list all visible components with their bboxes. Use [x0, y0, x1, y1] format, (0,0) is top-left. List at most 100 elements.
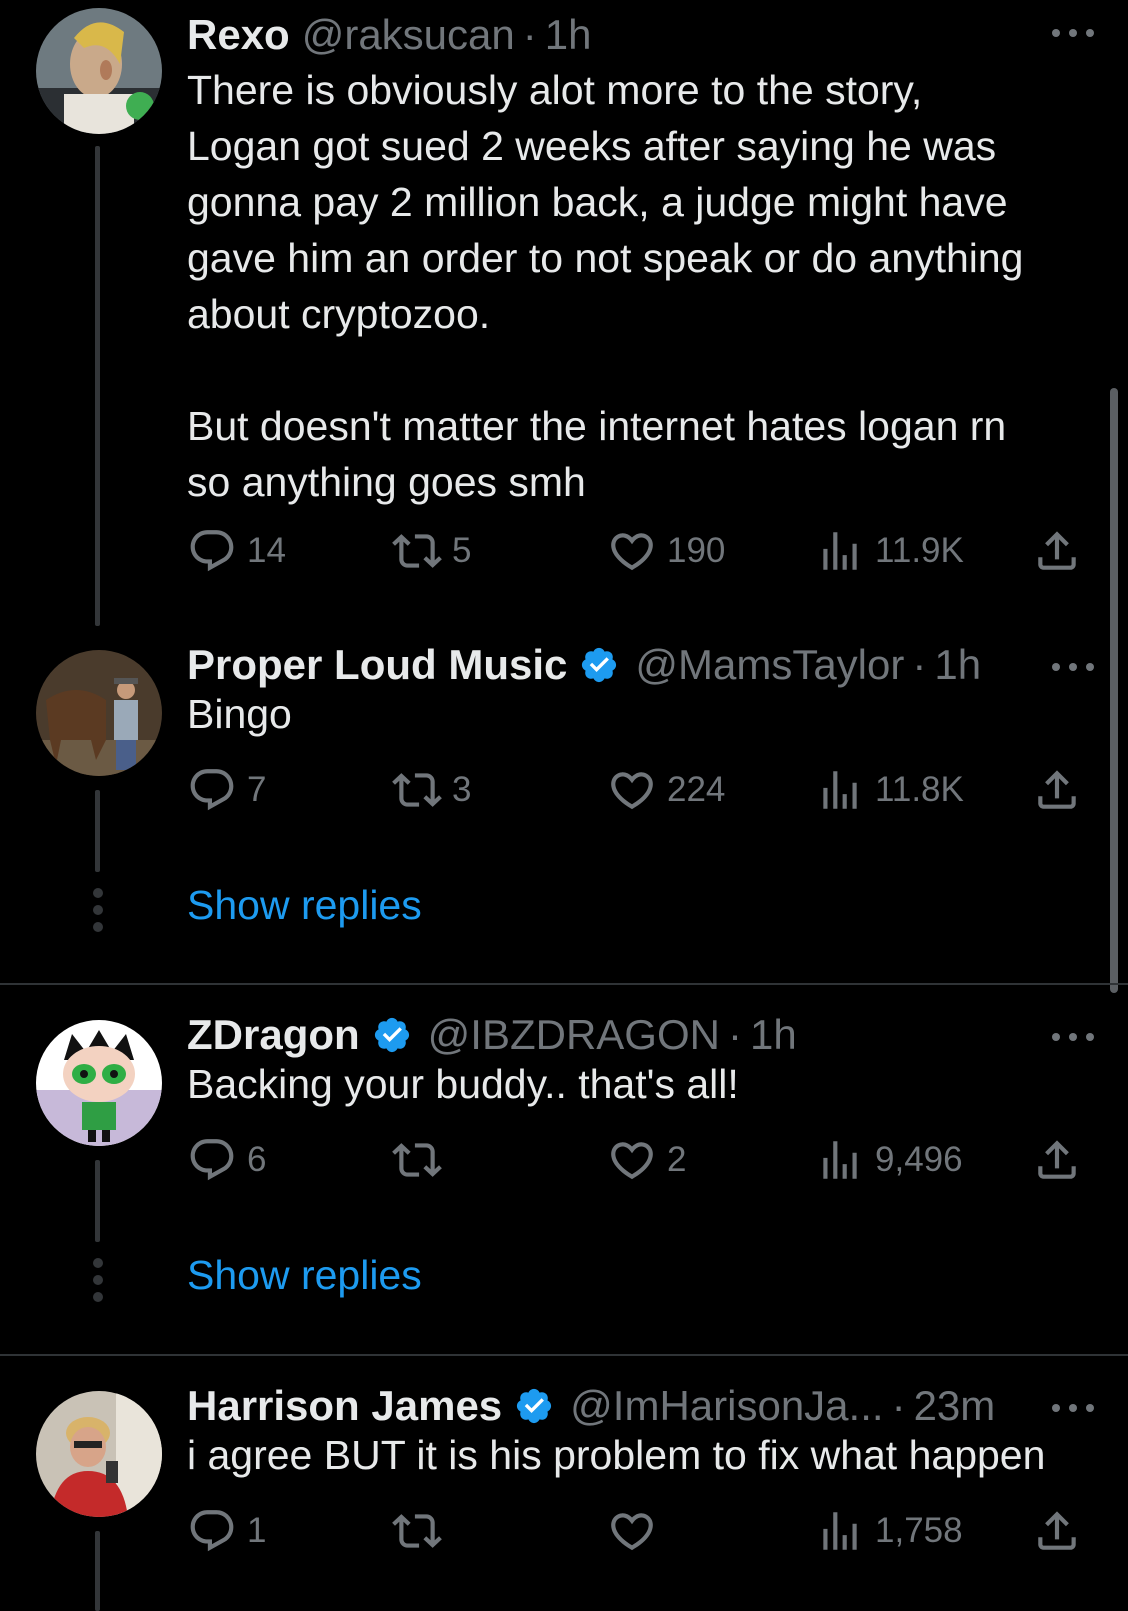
- views-count: 9,496: [875, 1140, 963, 1179]
- user-handle[interactable]: @ImHarisonJa...: [570, 1382, 883, 1430]
- like-button[interactable]: 224: [607, 760, 725, 820]
- retweet-button[interactable]: 5: [392, 521, 471, 581]
- scrollbar[interactable]: [1110, 388, 1118, 993]
- reply-count: 1: [247, 1511, 267, 1550]
- share-icon: [1032, 765, 1082, 815]
- views-icon: [815, 765, 865, 815]
- share-icon: [1032, 526, 1082, 576]
- thread-line: [95, 146, 100, 626]
- user-handle[interactable]: @raksucan: [302, 11, 515, 59]
- more-icon[interactable]: [1052, 1393, 1094, 1423]
- reply-icon: [187, 1506, 237, 1556]
- heart-icon: [607, 765, 657, 815]
- tweet-header: ZDragon @IBZDRAGON · 1h: [187, 1008, 797, 1062]
- tweet-actions: 14 5 190 11.9K: [187, 521, 1087, 581]
- avatar[interactable]: [36, 8, 162, 134]
- views-icon: [815, 1506, 865, 1556]
- display-name[interactable]: Rexo: [187, 11, 290, 59]
- share-button[interactable]: [1032, 521, 1082, 581]
- timestamp[interactable]: 1h: [545, 11, 592, 59]
- views-count: 1,758: [875, 1511, 963, 1550]
- reply-icon: [187, 1135, 237, 1185]
- thread-line: [95, 790, 100, 872]
- like-button[interactable]: [607, 1501, 667, 1561]
- views-icon: [815, 526, 865, 576]
- show-replies-link[interactable]: Show replies: [187, 1252, 422, 1299]
- thread-line: [95, 1531, 100, 1611]
- more-icon[interactable]: [1052, 1022, 1094, 1052]
- divider: [0, 983, 1128, 985]
- tweet-text: There is obviously alot more to the stor…: [187, 67, 1024, 505]
- tweet-header: Harrison James @ImHarisonJa... · 23m: [187, 1379, 995, 1433]
- user-handle[interactable]: @IBZDRAGON: [428, 1011, 720, 1059]
- share-button[interactable]: [1032, 1130, 1082, 1190]
- tweet-header: Rexo @raksucan · 1h: [187, 8, 591, 62]
- reply-icon: [187, 765, 237, 815]
- timestamp[interactable]: 1h: [934, 641, 981, 689]
- like-count: 2: [667, 1140, 687, 1179]
- reply-count: 6: [247, 1140, 267, 1179]
- reply-button[interactable]: 7: [187, 760, 266, 820]
- views-button[interactable]: 9,496: [815, 1130, 963, 1190]
- heart-icon: [607, 1506, 657, 1556]
- retweet-icon: [392, 765, 442, 815]
- divider: [0, 1354, 1128, 1356]
- reply-count: 14: [247, 531, 286, 570]
- reply-button[interactable]: 14: [187, 521, 286, 581]
- thread-line: [95, 1160, 100, 1242]
- verified-badge-icon[interactable]: [372, 1015, 412, 1055]
- timestamp[interactable]: 23m: [914, 1382, 996, 1430]
- user-handle[interactable]: @MamsTaylor: [635, 641, 904, 689]
- heart-icon: [607, 526, 657, 576]
- tweet-text: Backing your buddy.. that's all!: [187, 1061, 739, 1107]
- views-count: 11.9K: [875, 531, 964, 570]
- verified-badge-icon[interactable]: [514, 1386, 554, 1426]
- separator-dot: ·: [891, 1382, 906, 1429]
- heart-icon: [607, 1135, 657, 1185]
- tweet-actions: 6 2 9,496: [187, 1130, 1087, 1190]
- tweet-actions: 7 3 224 11.8K: [187, 760, 1087, 820]
- reply-count: 7: [247, 770, 267, 809]
- thread-more-dots: [91, 888, 105, 932]
- retweet-icon: [392, 526, 442, 576]
- retweet-button[interactable]: [392, 1130, 452, 1190]
- show-replies-link[interactable]: Show replies: [187, 882, 422, 929]
- reply-icon: [187, 526, 237, 576]
- tweet-text: i agree BUT it is his problem to fix wha…: [187, 1432, 1046, 1478]
- tweet-header: Proper Loud Music @MamsTaylor · 1h: [187, 638, 981, 692]
- share-button[interactable]: [1032, 760, 1082, 820]
- separator-dot: ·: [522, 11, 537, 58]
- reply-button[interactable]: 6: [187, 1130, 266, 1190]
- avatar[interactable]: [36, 1020, 162, 1146]
- display-name[interactable]: Harrison James: [187, 1382, 502, 1430]
- retweet-button[interactable]: [392, 1501, 452, 1561]
- like-button[interactable]: 2: [607, 1130, 686, 1190]
- more-icon[interactable]: [1052, 18, 1094, 48]
- retweet-icon: [392, 1506, 442, 1556]
- like-button[interactable]: 190: [607, 521, 725, 581]
- views-icon: [815, 1135, 865, 1185]
- tweet-text: Bingo: [187, 691, 292, 737]
- views-button[interactable]: 11.8K: [815, 760, 964, 820]
- display-name[interactable]: ZDragon: [187, 1011, 360, 1059]
- retweet-count: 5: [452, 531, 472, 570]
- retweet-icon: [392, 1135, 442, 1185]
- more-icon[interactable]: [1052, 652, 1094, 682]
- display-name[interactable]: Proper Loud Music: [187, 641, 567, 689]
- separator-dot: ·: [727, 1011, 742, 1058]
- like-count: 190: [667, 531, 726, 570]
- share-button[interactable]: [1032, 1501, 1082, 1561]
- retweet-button[interactable]: 3: [392, 760, 471, 820]
- share-icon: [1032, 1506, 1082, 1556]
- avatar[interactable]: [36, 650, 162, 776]
- avatar[interactable]: [36, 1391, 162, 1517]
- reply-button[interactable]: 1: [187, 1501, 266, 1561]
- views-button[interactable]: 11.9K: [815, 521, 964, 581]
- share-icon: [1032, 1135, 1082, 1185]
- timestamp[interactable]: 1h: [750, 1011, 797, 1059]
- thread-more-dots: [91, 1258, 105, 1302]
- views-button[interactable]: 1,758: [815, 1501, 963, 1561]
- verified-badge-icon[interactable]: [579, 645, 619, 685]
- like-count: 224: [667, 770, 726, 809]
- separator-dot: ·: [912, 641, 927, 688]
